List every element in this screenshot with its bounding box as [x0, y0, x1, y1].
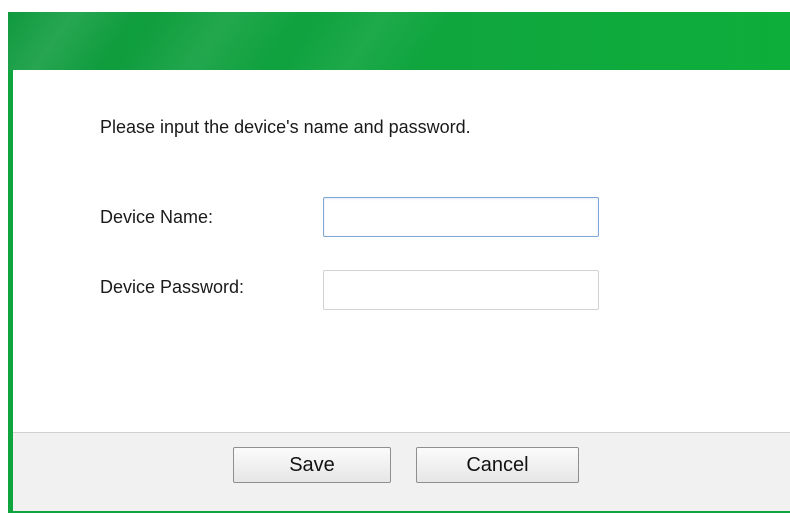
dialog-footer: Save Cancel	[13, 432, 790, 513]
instruction-text: Please input the device's name and passw…	[100, 117, 471, 137]
dialog-body: Please input the device's name and passw…	[13, 70, 790, 432]
page: Please input the device's name and passw…	[0, 0, 790, 513]
device-password-input[interactable]	[323, 270, 599, 310]
cancel-button[interactable]: Cancel	[416, 447, 579, 483]
device-name-input[interactable]	[323, 197, 599, 237]
device-credentials-dialog: Please input the device's name and passw…	[8, 12, 790, 513]
device-name-label: Device Name:	[100, 207, 214, 227]
device-password-label: Device Password:	[100, 277, 245, 297]
save-button[interactable]: Save	[233, 447, 391, 483]
dialog-header-banner	[8, 12, 790, 70]
